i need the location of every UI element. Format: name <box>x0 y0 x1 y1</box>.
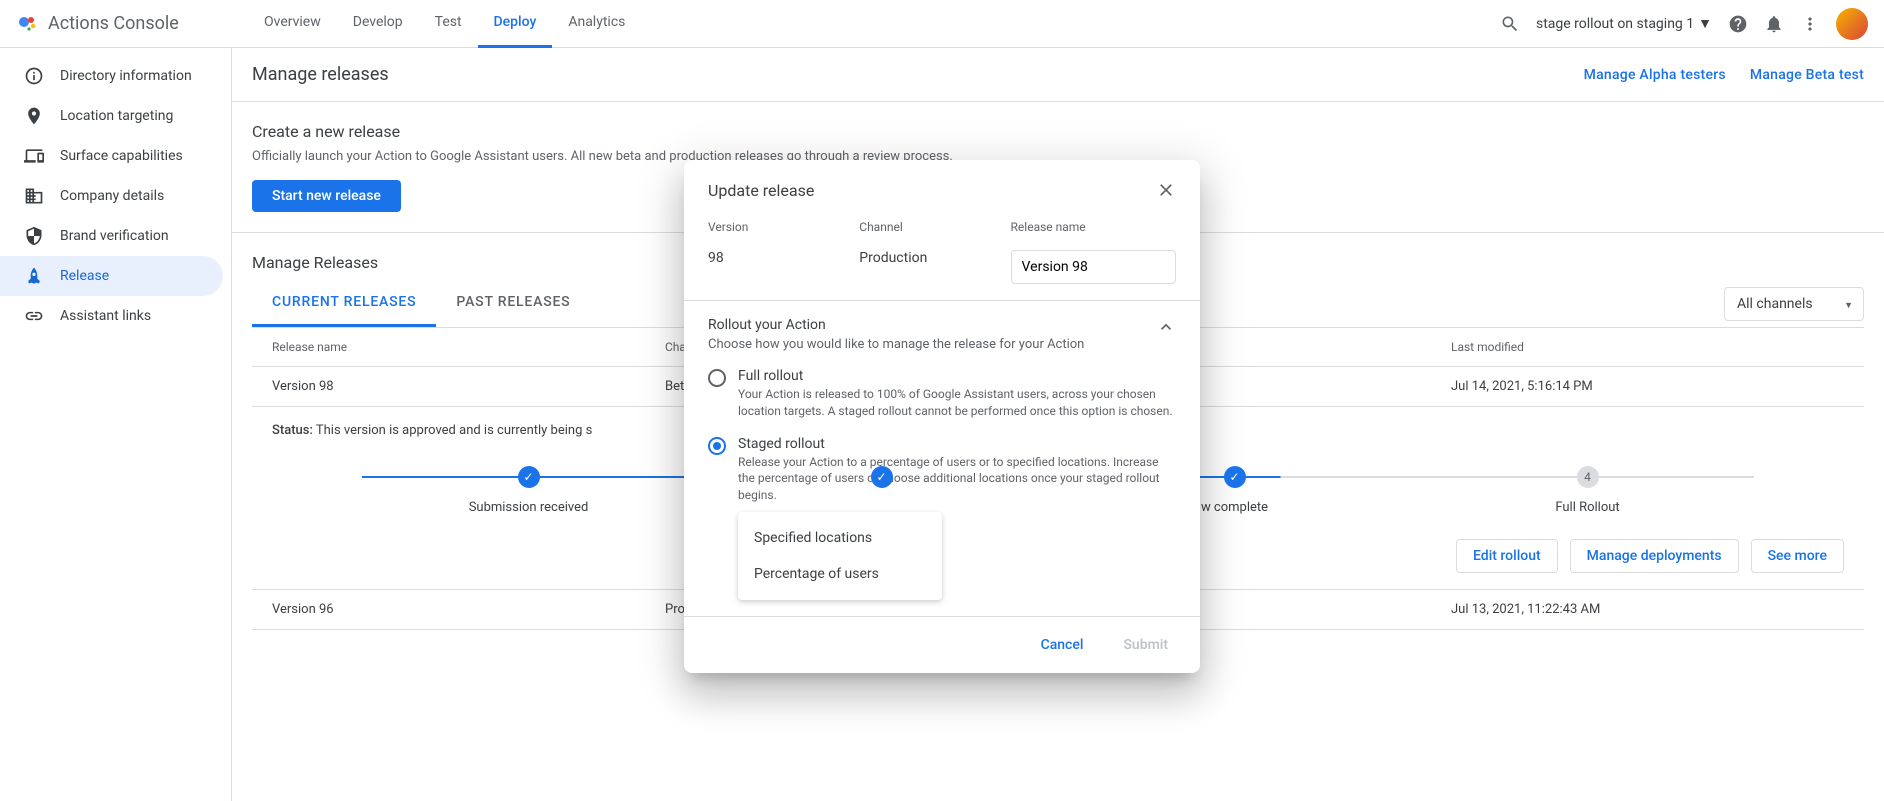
dialog-scrim: Update release Version 98 Channel Produc… <box>0 0 1884 801</box>
dialog-title: Update release <box>708 181 814 200</box>
rollout-type-menu: Specified locations Percentage of users <box>738 512 942 600</box>
full-rollout-option[interactable]: Full rollout Your Action is released to … <box>708 368 1176 420</box>
step-4-dot: 4 <box>1577 466 1599 488</box>
full-rollout-desc: Your Action is released to 100% of Googl… <box>738 386 1176 420</box>
menu-item-percentage[interactable]: Percentage of users <box>738 556 942 592</box>
update-release-dialog: Update release Version 98 Channel Produc… <box>684 160 1200 673</box>
version-label: Version <box>708 220 835 234</box>
cancel-button[interactable]: Cancel <box>1025 629 1100 661</box>
step-2-dot: ✓ <box>871 466 893 488</box>
rollout-subtitle: Choose how you would like to manage the … <box>708 337 1084 352</box>
channel-value: Production <box>859 250 986 266</box>
close-icon[interactable] <box>1156 180 1176 200</box>
menu-item-locations[interactable]: Specified locations <box>738 520 942 556</box>
step-3-dot: ✓ <box>1224 466 1246 488</box>
chevron-up-icon <box>1156 317 1176 337</box>
step-1-dot: ✓ <box>518 466 540 488</box>
rollout-section-header[interactable]: Rollout your Action Choose how you would… <box>708 317 1176 352</box>
release-name-label: Release name <box>1011 220 1176 234</box>
version-value: 98 <box>708 250 835 266</box>
rollout-title: Rollout your Action <box>708 317 1084 333</box>
submit-button[interactable]: Submit <box>1107 629 1184 661</box>
radio-icon <box>708 369 726 387</box>
full-rollout-title: Full rollout <box>738 368 1176 384</box>
radio-icon <box>708 437 726 455</box>
release-name-input[interactable] <box>1011 250 1176 284</box>
staged-rollout-title: Staged rollout <box>738 436 1176 452</box>
progress-tracker: ✓ ✓ ✓ 4 <box>352 466 1764 488</box>
channel-label: Channel <box>859 220 986 234</box>
